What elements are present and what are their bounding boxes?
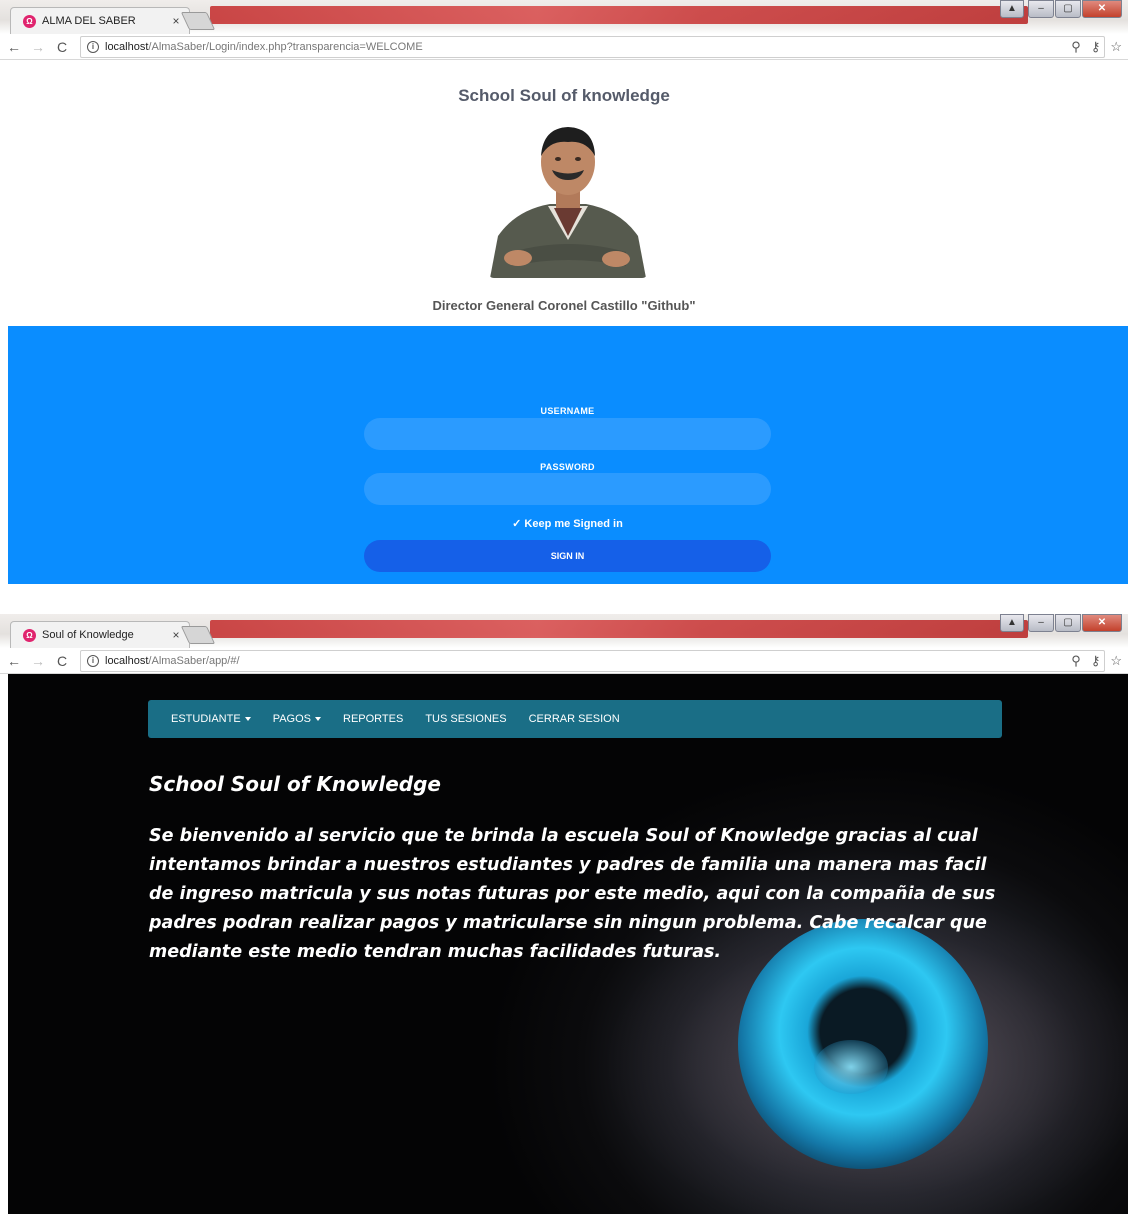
- close-window-icon[interactable]: ✕: [1082, 614, 1122, 632]
- forward-icon[interactable]: →: [28, 653, 48, 669]
- nav-tus-sesiones[interactable]: TUS SESIONES: [425, 713, 506, 725]
- profile-icon[interactable]: ▲: [1000, 0, 1024, 18]
- browser-tab[interactable]: Ω ALMA DEL SABER ×: [10, 7, 190, 34]
- back-icon[interactable]: ←: [4, 39, 24, 55]
- caret-down-icon: [315, 717, 321, 722]
- info-icon[interactable]: i: [87, 654, 99, 667]
- login-page: School Soul of knowledge Director Genera…: [0, 60, 1128, 586]
- keep-signed-checkbox[interactable]: ✓ Keep me Signed in: [364, 517, 771, 530]
- browser-titlebar: Ω ALMA DEL SABER × ▲ – ▢ ✕: [0, 0, 1128, 34]
- address-bar[interactable]: i localhost/AlmaSaber/app/#/: [80, 649, 1105, 672]
- info-icon[interactable]: i: [87, 40, 99, 53]
- username-label: USERNAME: [540, 406, 595, 416]
- back-icon[interactable]: ←: [4, 653, 24, 669]
- favicon-icon: Ω: [23, 14, 36, 28]
- star-icon[interactable]: ☆: [1110, 653, 1122, 669]
- zoom-icon[interactable]: ⚲: [1071, 653, 1081, 669]
- nav-pagos-label: PAGOS: [272, 713, 311, 725]
- titlebar-accent: [210, 6, 1028, 24]
- browser-titlebar: Ω Soul of Knowledge × ▲ – ▢ ✕: [0, 614, 1128, 648]
- reload-icon[interactable]: C: [52, 39, 72, 55]
- keep-signed-label: Keep me Signed in: [524, 518, 623, 530]
- url-path: /AlmaSaber/app/#/: [148, 654, 240, 667]
- key-icon[interactable]: ⚷: [1091, 653, 1101, 669]
- login-screenshot: Ω ALMA DEL SABER × ▲ – ▢ ✕ ← → C i local…: [0, 0, 1128, 586]
- url-host: localhost: [105, 654, 149, 667]
- url-path: /AlmaSaber/Login/index.php?transparencia…: [148, 40, 423, 53]
- password-input[interactable]: [364, 473, 771, 505]
- app-page: ESTUDIANTE PAGOS REPORTES TUS SESIONES C…: [8, 674, 1128, 1214]
- minimize-icon[interactable]: –: [1028, 614, 1054, 632]
- browser-toolbar: ← → C i localhost/AlmaSaber/app/#/ ⚲ ⚷ ☆: [0, 648, 1128, 674]
- address-bar[interactable]: i localhost/AlmaSaber/Login/index.php?tr…: [80, 35, 1105, 58]
- window-controls: ▲ – ▢ ✕: [1000, 614, 1122, 632]
- nav-pagos[interactable]: PAGOS: [273, 713, 321, 725]
- reload-icon[interactable]: C: [52, 653, 72, 669]
- director-photo: [488, 118, 648, 278]
- username-input[interactable]: [364, 418, 771, 450]
- maximize-icon[interactable]: ▢: [1055, 0, 1081, 18]
- key-icon[interactable]: ⚷: [1091, 39, 1101, 55]
- close-window-icon[interactable]: ✕: [1082, 0, 1122, 18]
- nav-cerrar-sesion[interactable]: CERRAR SESION: [529, 713, 620, 725]
- url-host: localhost: [105, 40, 149, 53]
- caret-down-icon: [244, 717, 251, 722]
- check-icon: ✓: [512, 518, 522, 530]
- browser-tab[interactable]: Ω Soul of Knowledge ×: [10, 621, 190, 648]
- favicon-icon: Ω: [23, 628, 36, 642]
- nav-estudiante[interactable]: ESTUDIANTE: [171, 713, 251, 725]
- profile-icon[interactable]: ▲: [1000, 614, 1024, 632]
- school-title: School Soul of knowledge: [458, 86, 670, 105]
- zoom-icon[interactable]: ⚲: [1071, 39, 1081, 55]
- login-panel: USERNAME PASSWORD ✓ Keep me Signed in SIG…: [8, 326, 1128, 584]
- director-caption: Director General Coronel Castillo "Githu…: [432, 298, 696, 313]
- tab-title: ALMA DEL SABER: [42, 15, 136, 27]
- browser-toolbar: ← → C i localhost/AlmaSaber/Login/index.…: [0, 34, 1128, 60]
- welcome-text: Se bienvenido al servicio que te brinda …: [149, 826, 996, 962]
- window-controls: ▲ – ▢ ✕: [1000, 0, 1122, 18]
- maximize-icon[interactable]: ▢: [1055, 614, 1081, 632]
- sign-in-button[interactable]: SIGN IN: [364, 540, 771, 572]
- nav-reportes[interactable]: REPORTES: [343, 713, 403, 725]
- nav-estudiante-label: ESTUDIANTE: [171, 713, 241, 725]
- app-screenshot: Ω Soul of Knowledge × ▲ – ▢ ✕ ← → C i lo…: [0, 614, 1128, 1214]
- minimize-icon[interactable]: –: [1028, 0, 1054, 18]
- page-title: School Soul of Knowledge: [149, 772, 441, 796]
- password-label: PASSWORD: [540, 462, 595, 472]
- toolbar-icons: ⚲ ⚷ ☆: [1071, 653, 1122, 669]
- star-icon[interactable]: ☆: [1110, 39, 1122, 55]
- main-navbar: ESTUDIANTE PAGOS REPORTES TUS SESIONES C…: [148, 700, 1002, 738]
- forward-icon[interactable]: →: [28, 39, 48, 55]
- titlebar-accent: [210, 620, 1028, 638]
- tab-title: Soul of Knowledge: [42, 629, 134, 641]
- eye-reflection: [814, 1040, 888, 1094]
- toolbar-icons: ⚲ ⚷ ☆: [1071, 39, 1122, 55]
